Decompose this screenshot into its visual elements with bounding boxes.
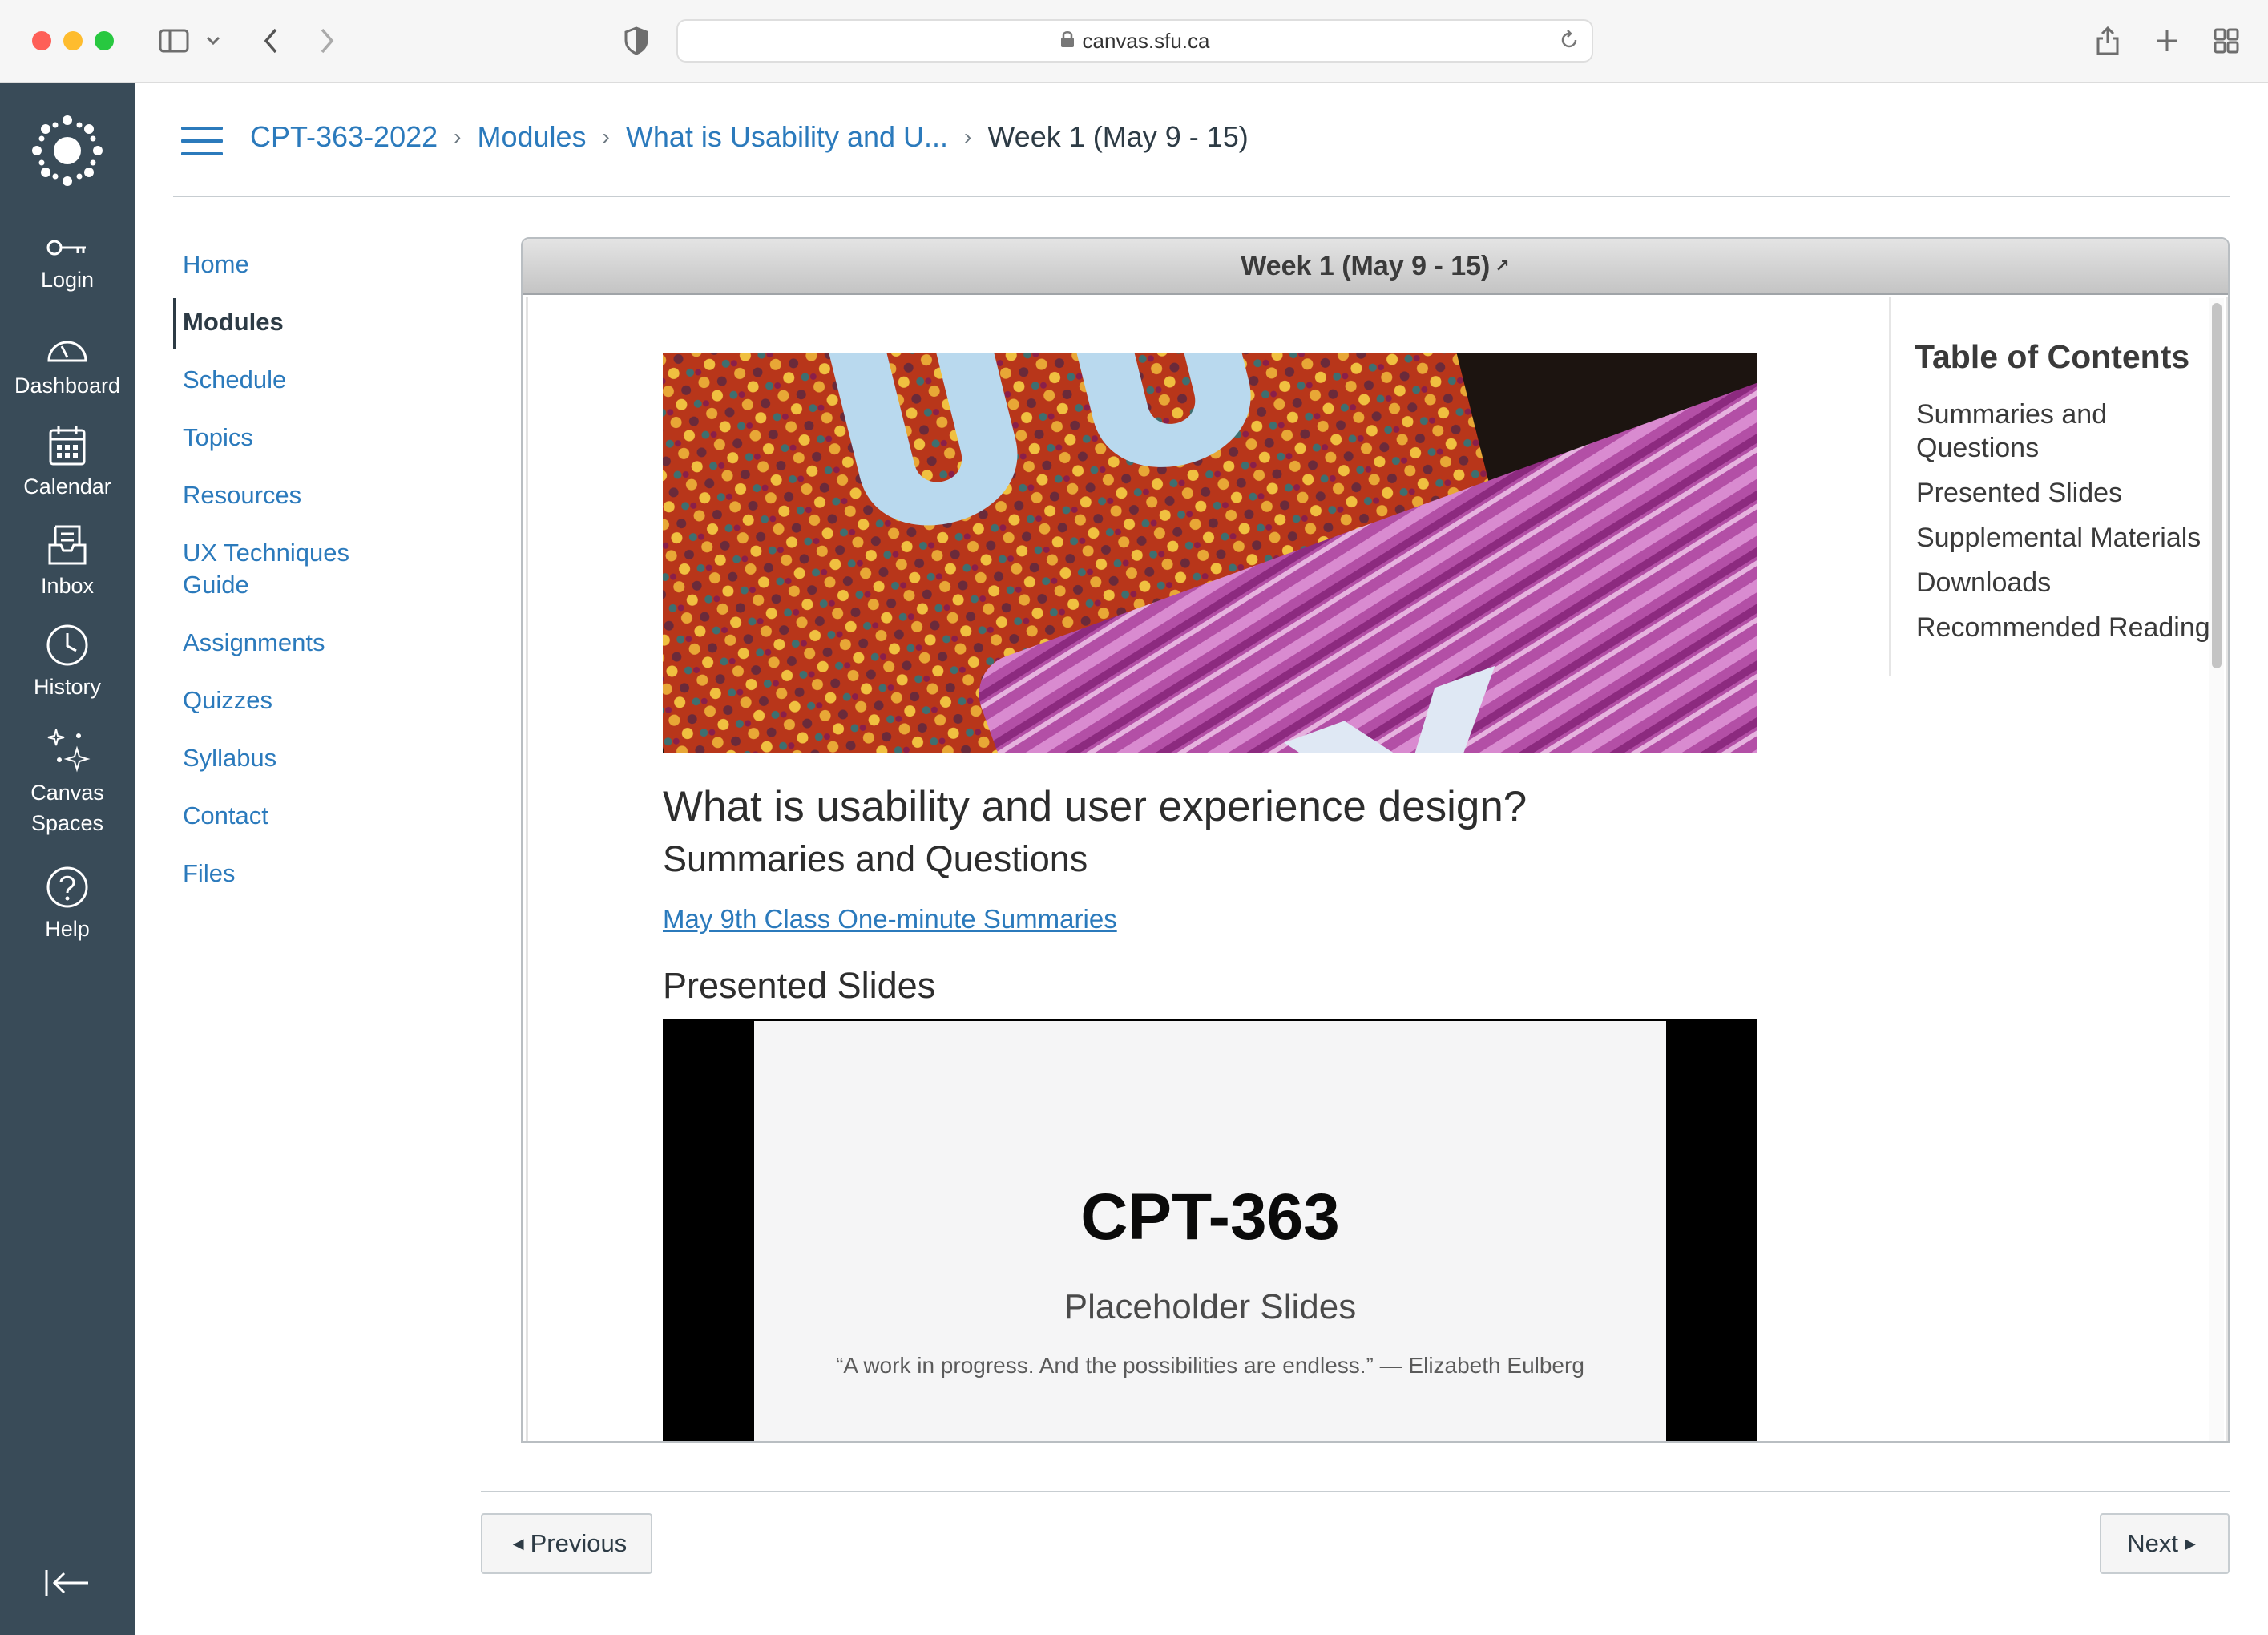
- pager-divider: [481, 1491, 2230, 1492]
- breadcrumb-module[interactable]: What is Usability and U...: [626, 120, 948, 154]
- next-label: Next: [2127, 1529, 2178, 1557]
- global-nav-spaces-label: Spaces: [30, 811, 104, 835]
- global-nav-inbox-label: Inbox: [40, 574, 95, 598]
- previous-label: Previous: [530, 1529, 628, 1557]
- frame-title-bar: Week 1 (May 9 - 15) ↗: [523, 239, 2228, 295]
- breadcrumb-course[interactable]: CPT-363-2022: [250, 120, 438, 154]
- toc-item-summaries[interactable]: Summaries and Questions: [1916, 398, 2213, 465]
- global-nav-dashboard-label: Dashboard: [14, 373, 121, 398]
- course-nav-schedule[interactable]: Schedule: [173, 364, 446, 396]
- clock-icon: [46, 624, 88, 666]
- url-text: canvas.sfu.ca: [1082, 28, 1210, 53]
- caret-right-icon: ▶: [2184, 1535, 2196, 1552]
- slide: CPT-363 Placeholder Slides “A work in pr…: [754, 1021, 1666, 1441]
- slide-quote: “A work in progress. And the possibiliti…: [836, 1353, 1584, 1378]
- global-nav-calendar[interactable]: Calendar: [0, 425, 135, 502]
- key-icon: [46, 240, 86, 256]
- toc-list: Summaries and Questions Presented Slides…: [1916, 398, 2213, 656]
- course-nav-ux-line1: UX Techniques: [183, 539, 349, 567]
- course-nav-topics[interactable]: Topics: [173, 422, 446, 454]
- global-nav-login-label: Login: [40, 268, 95, 292]
- frame-title: Week 1 (May 9 - 15): [1241, 250, 1491, 281]
- course-nav-files[interactable]: Files: [173, 858, 446, 890]
- course-nav-ux-techniques-guide[interactable]: UX Techniques Guide: [173, 537, 446, 601]
- toc-item-reading[interactable]: Recommended Reading: [1916, 611, 2213, 644]
- table-of-contents: Table of Contents Summaries and Question…: [1889, 297, 2210, 676]
- breadcrumb-divider: [173, 196, 2230, 197]
- toc-item-slides[interactable]: Presented Slides: [1916, 476, 2213, 510]
- browser-toolbar: canvas.sfu.ca: [0, 0, 2268, 83]
- global-nav-help[interactable]: Help: [0, 866, 135, 944]
- toc-item-downloads[interactable]: Downloads: [1916, 566, 2213, 600]
- section-heading-slides: Presented Slides: [663, 965, 936, 1006]
- module-item-frame: Week 1 (May 9 - 15) ↗ What is usability …: [521, 237, 2230, 1443]
- global-nav-history[interactable]: History: [0, 624, 135, 702]
- slides-embed[interactable]: CPT-363 Placeholder Slides “A work in pr…: [663, 1019, 1757, 1441]
- sidebar-toggle-icon[interactable]: [155, 22, 192, 59]
- frame-document: What is usability and user experience de…: [526, 297, 2228, 1441]
- forward-icon[interactable]: [311, 22, 343, 59]
- caret-left-icon: ◀: [512, 1535, 524, 1552]
- breadcrumb-modules[interactable]: Modules: [477, 120, 586, 154]
- document-title: What is usability and user experience de…: [663, 783, 1527, 830]
- calendar-icon: [49, 426, 86, 466]
- next-button[interactable]: Next ▶: [2100, 1513, 2230, 1574]
- collapse-nav-icon[interactable]: [43, 1567, 91, 1603]
- shield-icon[interactable]: [622, 22, 651, 59]
- lock-icon: [1060, 29, 1075, 54]
- hero-image: [663, 353, 1757, 753]
- toc-item-supplemental[interactable]: Supplemental Materials: [1916, 521, 2213, 555]
- maximize-window-button[interactable]: [95, 31, 114, 50]
- course-nav-quizzes[interactable]: Quizzes: [173, 684, 446, 717]
- chevron-right-icon: ›: [454, 124, 462, 149]
- course-nav-modules[interactable]: Modules: [173, 298, 446, 349]
- close-window-button[interactable]: [32, 31, 51, 50]
- course-nav-contact[interactable]: Contact: [173, 800, 446, 832]
- course-menu-toggle-icon[interactable]: [181, 127, 223, 155]
- course-nav-syllabus[interactable]: Syllabus: [173, 742, 446, 774]
- global-nav-dashboard[interactable]: Dashboard: [0, 333, 135, 401]
- slide-subtitle: Placeholder Slides: [1063, 1287, 1357, 1326]
- global-nav-canvas-label: Canvas: [30, 781, 104, 805]
- help-icon: [46, 866, 88, 908]
- slide-title: CPT-363: [1080, 1181, 1340, 1254]
- back-icon[interactable]: [255, 22, 287, 59]
- course-nav-home[interactable]: Home: [173, 248, 446, 281]
- tab-overview-icon[interactable]: [2210, 22, 2242, 59]
- course-navigation: Home Modules Schedule Topics Resources U…: [173, 248, 446, 915]
- course-nav-ux-line2: Guide: [183, 571, 249, 599]
- global-nav-login[interactable]: Login: [0, 236, 135, 295]
- course-nav-assignments[interactable]: Assignments: [173, 627, 446, 659]
- minimize-window-button[interactable]: [63, 31, 83, 50]
- chevron-down-icon[interactable]: [204, 22, 223, 59]
- section-heading-summaries: Summaries and Questions: [663, 838, 1088, 879]
- global-nav-canvas-spaces[interactable]: Canvas Spaces: [0, 725, 135, 838]
- sparkles-icon: [47, 729, 91, 773]
- canvas-logo-icon[interactable]: [32, 115, 103, 186]
- global-nav-help-label: Help: [45, 917, 90, 941]
- chevron-right-icon: ›: [602, 124, 610, 149]
- global-nav-inbox[interactable]: Inbox: [0, 524, 135, 601]
- toc-title: Table of Contents: [1915, 338, 2190, 375]
- summaries-link[interactable]: May 9th Class One-minute Summaries: [663, 904, 1117, 935]
- global-navigation: Login Dashboard Calendar Inbox History C…: [0, 83, 135, 1635]
- address-bar[interactable]: canvas.sfu.ca: [676, 19, 1593, 63]
- previous-button[interactable]: ◀ Previous: [481, 1513, 652, 1574]
- course-nav-resources[interactable]: Resources: [173, 479, 446, 511]
- scrollbar-thumb[interactable]: [2212, 303, 2222, 668]
- external-link-icon[interactable]: ↗: [1495, 256, 1509, 277]
- dashboard-icon: [47, 341, 87, 362]
- new-tab-icon[interactable]: [2151, 22, 2183, 59]
- global-nav-history-label: History: [33, 675, 101, 699]
- reload-icon[interactable]: [1558, 29, 1580, 57]
- share-icon[interactable]: [2092, 22, 2124, 59]
- global-nav-calendar-label: Calendar: [23, 474, 111, 499]
- breadcrumb: CPT-363-2022 › Modules › What is Usabili…: [250, 120, 1249, 154]
- frame-scrollbar[interactable]: [2209, 298, 2224, 1441]
- chevron-right-icon: ›: [964, 124, 972, 149]
- inbox-icon: [48, 525, 87, 565]
- breadcrumb-current: Week 1 (May 9 - 15): [987, 120, 1249, 153]
